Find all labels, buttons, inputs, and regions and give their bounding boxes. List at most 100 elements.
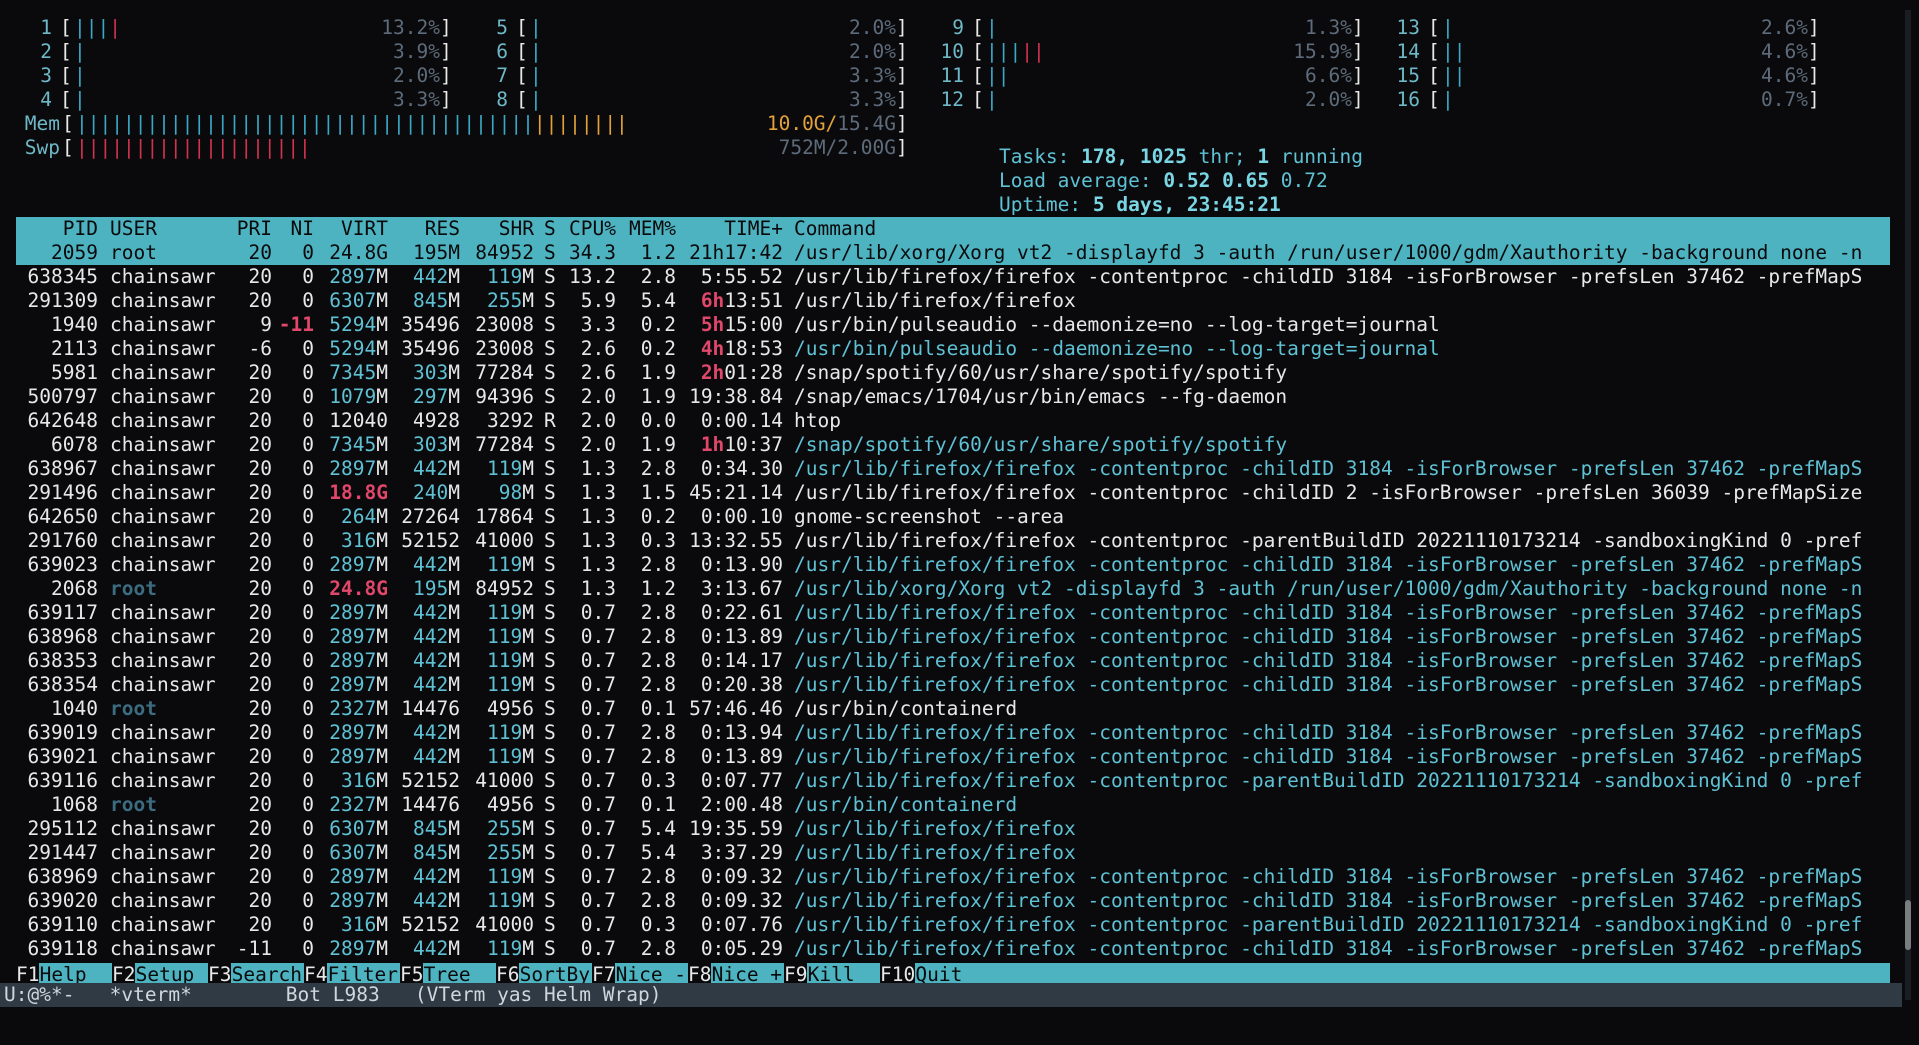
process-row[interactable]: 639118 chainsawr -11 0 2897M 442M 119M S 0.7 2.8 0… [16,937,1890,961]
column-header-shr[interactable]: SHR [499,217,534,241]
process-row[interactable]: 638345 chainsawr 20 0 2897M 442M 119M S 13.2 2.8 5… [16,265,1890,289]
process-row[interactable]: 291309 chainsawr 20 0 6307M 845M 255M S 5.9 5.4 6h… [16,289,1890,313]
cell-cmd: gnome-screenshot --area [794,505,1065,528]
cell-time: 0:07.76 [700,913,783,936]
cell-cmd: /usr/lib/firefox/firefox -contentproc -c… [794,865,1863,888]
process-row[interactable]: 639110 chainsawr 20 0 316M 52152 41000 S 0.7 0.3 0… [16,913,1890,937]
cell-virt: 2327M [329,793,388,816]
cell-s: S [544,601,556,624]
cell-ni: 0 [302,553,314,576]
column-header-cpu[interactable]: CPU% [569,217,616,241]
process-row[interactable]: 500797 chainsawr 20 0 1079M 297M 94396 S 2.0 1.9 1… [16,385,1890,409]
process-row[interactable]: 5981 chainsawr 20 0 7345M 303M 77284 S 2.6 1.9 2h0… [16,361,1890,385]
process-row[interactable]: 638353 chainsawr 20 0 2897M 442M 119M S 0.7 2.8 0:… [16,649,1890,673]
cell-res: 35496 [401,313,460,336]
emacs-mode-line: U:@%*- *vterm* Bot L983 (VTerm yas Helm … [0,983,1902,1007]
cell-cpu: 0.7 [580,817,616,840]
cell-res: 442M [413,601,460,624]
cpu-label: 3 [40,64,52,87]
cell-pid: 638969 [27,865,98,888]
cell-virt: 7345M [329,361,388,384]
process-row[interactable]: 1940 chainsawr 9 -11 5294M 35496 23008 S 3.3 0.2 5… [16,313,1890,337]
column-header-row[interactable]: PID USER PRI NI VIRT RES SHR S CPU% MEM% TIME+ Comm… [16,217,1890,241]
process-row[interactable]: 1068 root 20 0 2327M 14476 4956 S 0.7 0.1 2:00.48 /… [16,793,1890,817]
cell-shr: 119M [487,625,534,648]
process-row[interactable]: 638968 chainsawr 20 0 2897M 442M 119M S 0.7 2.8 0:… [16,625,1890,649]
column-header-virt[interactable]: VIRT [341,217,388,241]
process-row[interactable]: 2113 chainsawr -6 0 5294M 35496 23008 S 2.6 0.2 4h… [16,337,1890,361]
cell-shr: 119M [487,265,534,288]
process-row[interactable]: 639019 chainsawr 20 0 2897M 442M 119M S 0.7 2.8 0:… [16,721,1890,745]
column-header-res[interactable]: RES [425,217,460,241]
scrollbar[interactable] [1905,10,1911,1000]
column-header-s[interactable]: S [544,217,556,241]
process-row[interactable]: 638969 chainsawr 20 0 2897M 442M 119M S 0.7 2.8 0:… [16,865,1890,889]
cell-cpu: 2.6 [580,361,616,384]
cell-cmd: /snap/emacs/1704/usr/bin/emacs --fg-daem… [794,385,1288,408]
cell-s: S [544,553,556,576]
cell-shr: 84952 [475,577,534,600]
cell-cmd: htop [794,409,841,432]
cell-res: 442M [413,721,460,744]
cell-pri: 20 [248,601,272,624]
meter-bracket-open: [ [972,16,984,39]
process-row[interactable]: 639021 chainsawr 20 0 2897M 442M 119M S 0.7 2.8 0:… [16,745,1890,769]
cell-pri: 20 [248,697,272,720]
cell-res: 297M [413,385,460,408]
process-row[interactable]: 639020 chainsawr 20 0 2897M 442M 119M S 0.7 2.8 0:… [16,889,1890,913]
cell-mem: 1.9 [640,433,676,456]
cell-pid: 638967 [27,457,98,480]
process-row[interactable]: 6078 chainsawr 20 0 7345M 303M 77284 S 2.0 1.9 1h1… [16,433,1890,457]
cell-pid: 638354 [27,673,98,696]
process-row[interactable]: 639023 chainsawr 20 0 2897M 442M 119M S 1.3 2.8 0:… [16,553,1890,577]
process-row[interactable]: 1040 root 20 0 2327M 14476 4956 S 0.7 0.1 57:46.46… [16,697,1890,721]
cpu-percent: 2.6% [1761,16,1808,39]
column-header-pid[interactable]: PID [63,217,98,241]
process-row[interactable]: 638354 chainsawr 20 0 2897M 442M 119M S 0.7 2.8 0:… [16,673,1890,697]
cell-cpu: 2.0 [580,433,616,456]
cell-virt: 316M [341,769,388,792]
process-row[interactable]: 2059 root 20 0 24.8G 195M 84952 S 34.3 1.2 21h17:4… [16,241,1890,265]
cell-mem: 2.8 [640,745,676,768]
process-row[interactable]: 638967 chainsawr 20 0 2897M 442M 119M S 1.3 2.8 0:… [16,457,1890,481]
meter-bracket-open: [ [60,40,72,63]
cell-virt: 5294M [329,313,388,336]
cell-virt: 2897M [329,745,388,768]
cell-user: root [110,241,157,264]
cpu-usage-bar: | [530,16,542,39]
process-row[interactable]: 642650 chainsawr 20 0 264M 27264 17864 S 1.3 0.2 0… [16,505,1890,529]
cell-cpu: 3.3 [580,313,616,336]
scrollbar-thumb[interactable] [1905,900,1911,950]
meter-bracket-open: [ [1428,88,1440,111]
cell-ni: 0 [302,793,314,816]
process-row[interactable]: 2068 root 20 0 24.8G 195M 84952 S 1.3 1.2 3:13.67 /… [16,577,1890,601]
process-row[interactable]: 639116 chainsawr 20 0 316M 52152 41000 S 0.7 0.3 0… [16,769,1890,793]
column-header-user[interactable]: USER [110,217,157,241]
cell-shr: 119M [487,673,534,696]
cell-mem: 1.5 [640,481,676,504]
cell-pri: 20 [248,505,272,528]
cell-shr: 77284 [475,361,534,384]
column-header-pri[interactable]: PRI [237,217,272,241]
cell-mem: 1.9 [640,385,676,408]
cell-mem: 5.4 [640,817,676,840]
cell-virt: 12040 [329,409,388,432]
cpu-label: 5 [496,16,508,39]
cell-res: 442M [413,553,460,576]
process-row[interactable]: 291760 chainsawr 20 0 316M 52152 41000 S 1.3 0.3 1… [16,529,1890,553]
process-row[interactable]: 291447 chainsawr 20 0 6307M 845M 255M S 0.7 5.4 3:… [16,841,1890,865]
cell-ni: 0 [302,625,314,648]
column-header-time[interactable]: TIME+ [724,217,783,241]
cell-virt: 6307M [329,817,388,840]
cell-pid: 1068 [51,793,98,816]
process-row[interactable]: 639117 chainsawr 20 0 2897M 442M 119M S 0.7 2.8 0:… [16,601,1890,625]
cell-user: chainsawr [110,601,216,624]
column-header-command[interactable]: Command [794,217,876,241]
process-row[interactable]: 291496 chainsawr 20 0 18.8G 240M 98M S 1.3 1.5 45:… [16,481,1890,505]
cell-pri: 20 [248,529,272,552]
column-header-ni[interactable]: NI [291,217,314,241]
column-header-mem[interactable]: MEM% [629,217,676,241]
process-row[interactable]: 295112 chainsawr 20 0 6307M 845M 255M S 0.7 5.4 19… [16,817,1890,841]
process-row[interactable]: 642648 chainsawr 20 0 12040 4928 3292 R 2.0 0.0 0:… [16,409,1890,433]
cell-user: chainsawr [110,721,216,744]
